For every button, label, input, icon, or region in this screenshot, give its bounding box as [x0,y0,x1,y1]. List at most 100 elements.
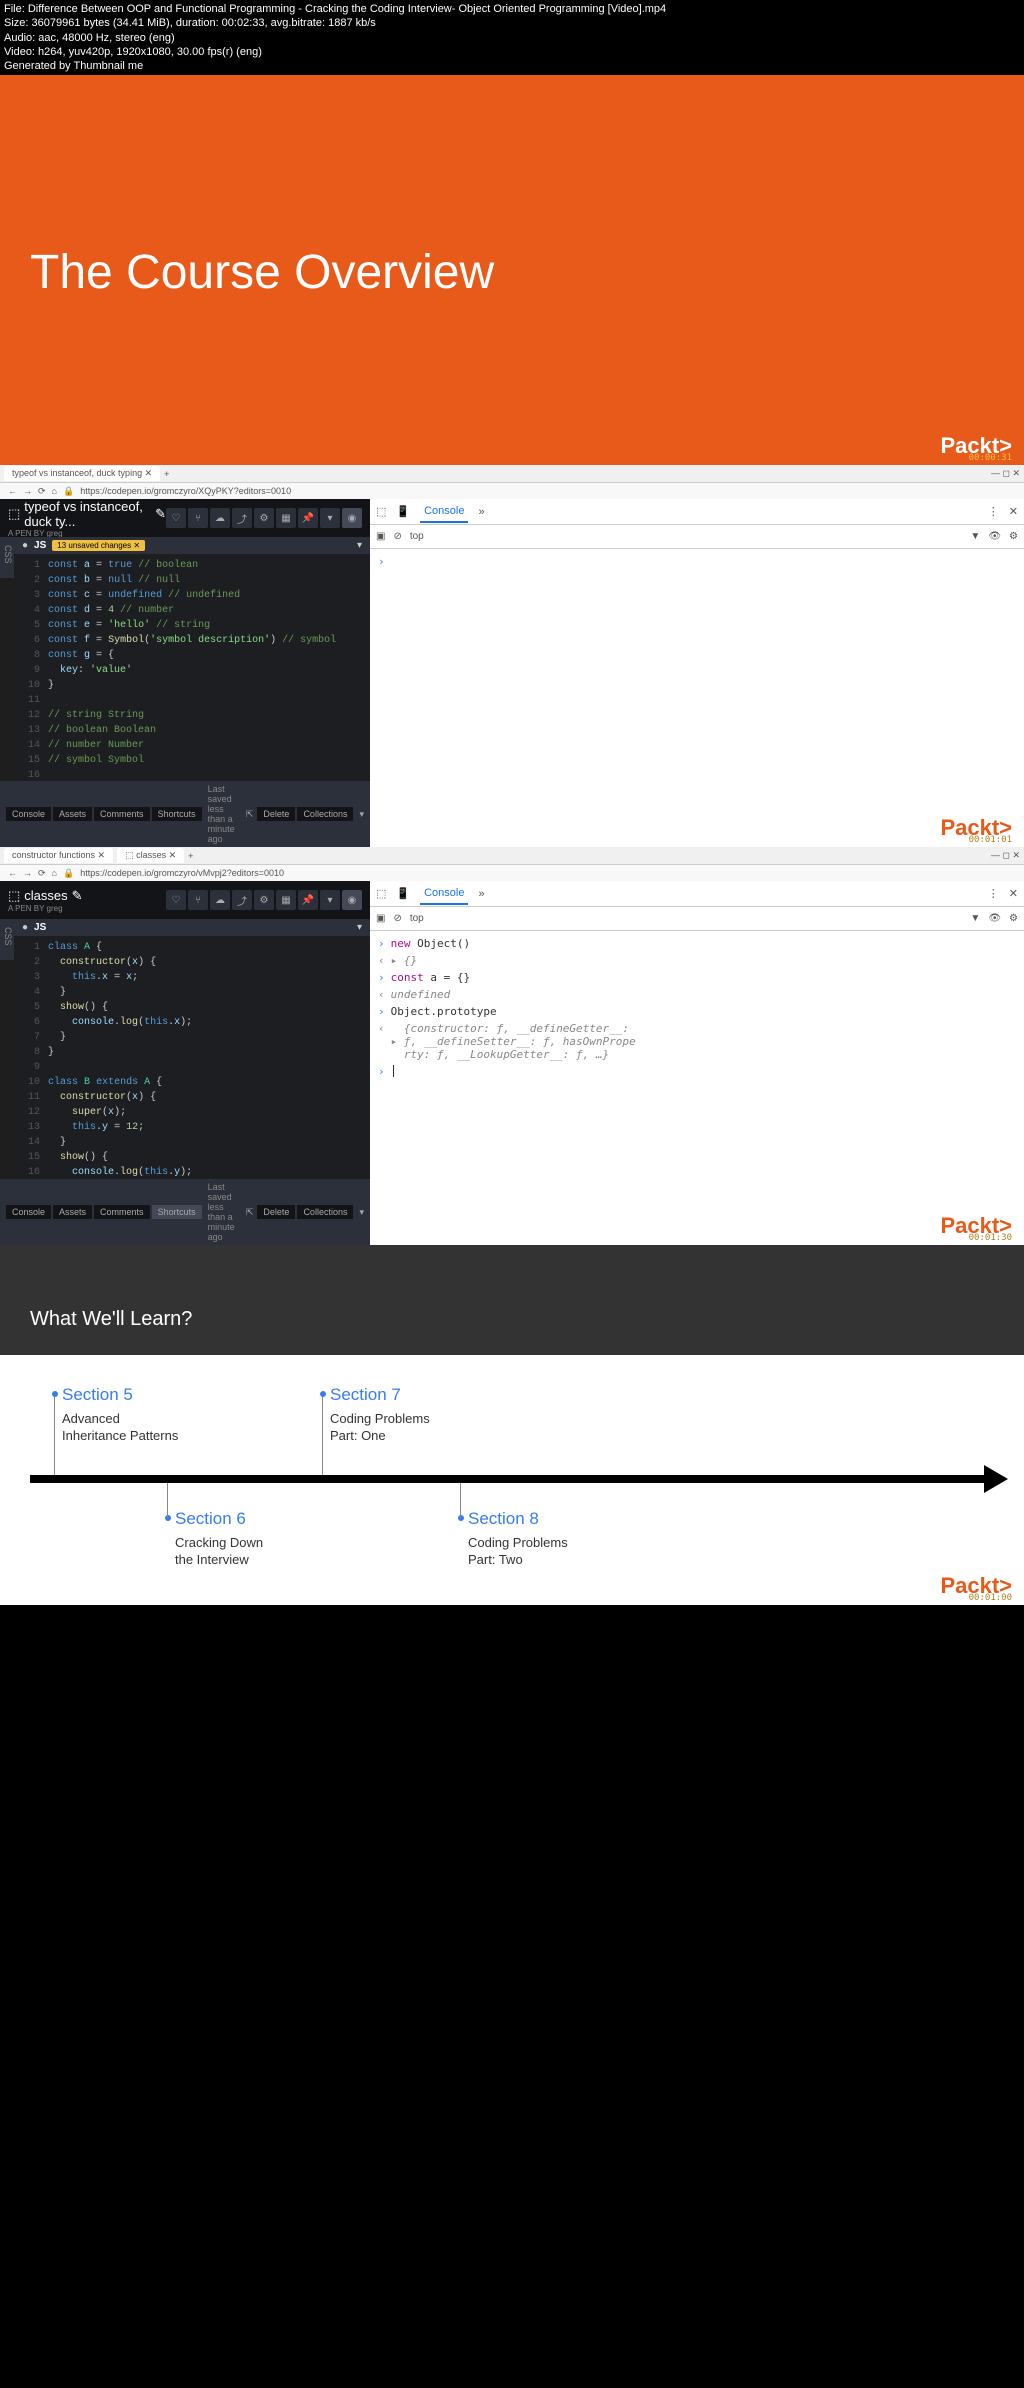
collapse-icon[interactable]: ● [22,922,28,933]
avatar[interactable]: ◉ [342,890,362,910]
pen-toolbar: ♡ ⑂ ☁ ⤴ ⚙ ▦ 📌 ▾ ◉ [166,890,362,910]
section-desc: AdvancedInheritance Patterns [62,1411,178,1445]
eye-icon[interactable]: 👁 [988,531,1001,542]
codepen-workspace-2: ⬚ classes ✎ A PEN BY greg ♡ ⑂ ☁ ⤴ ⚙ ▦ 📌 … [0,881,1024,1245]
reload-icon[interactable]: ⟳ [38,868,46,879]
new-tab[interactable]: + [164,469,169,479]
clear-icon[interactable]: ⊘ [393,913,401,924]
html-tab[interactable]: HTML [0,923,2,956]
context-select[interactable]: top [410,531,424,542]
more-tabs-icon[interactable]: » [478,506,484,518]
heart-icon[interactable]: ♡ [166,890,186,910]
device-icon[interactable]: 📱 [396,505,410,518]
edit-icon[interactable]: ✎ [72,888,83,904]
back-icon[interactable]: ← [8,868,17,878]
url[interactable]: https://codepen.io/gromczyro/vMvpj2?edit… [80,868,284,878]
edit-icon[interactable]: ✎ [155,506,166,522]
close-icon[interactable]: ✕ [1009,887,1018,900]
delete-button[interactable]: Delete [257,807,295,821]
console-button[interactable]: Console [6,1205,51,1219]
console-tab[interactable]: Console [420,883,468,905]
pin-icon[interactable]: 📌 [298,890,318,910]
avatar[interactable]: ◉ [342,508,362,528]
rocket-icon[interactable]: ⤴ [232,890,252,910]
unsaved-badge[interactable]: 13 unsaved changes ✕ [52,540,145,551]
reload-icon[interactable]: ⟳ [38,486,46,497]
home-icon[interactable]: ⌂ [52,868,57,878]
more-icon[interactable]: ▾ [359,809,364,820]
layout-icon[interactable]: ▦ [276,890,296,910]
browser-tab[interactable]: typeof vs instanceof, duck typing ✕ [4,466,160,481]
chevron-down-icon[interactable]: ▾ [320,508,340,528]
external-icon[interactable]: ⇱ [246,1207,254,1218]
js-panel-header: ● JS ▾ [14,919,370,936]
side-tabs: CSS HTML [0,919,14,960]
fork-icon[interactable]: ⑂ [188,890,208,910]
pin-icon[interactable]: 📌 [298,508,318,528]
back-icon[interactable]: ← [8,486,17,496]
timestamp-4: 00:01:00 [969,1593,1012,1603]
gear-icon[interactable]: ⚙ [254,890,274,910]
heart-icon[interactable]: ♡ [166,508,186,528]
browser-tab[interactable]: constructor functions ✕ [4,848,113,863]
section-title: Section 6 [175,1509,263,1529]
url[interactable]: https://codepen.io/gromczyro/XQyPKY?edit… [80,486,291,496]
assets-button[interactable]: Assets [53,1205,92,1219]
comments-button[interactable]: Comments [94,807,150,821]
cloud-icon[interactable]: ☁ [210,890,230,910]
rocket-icon[interactable]: ⤴ [232,508,252,528]
panel-menu-icon[interactable]: ▾ [357,540,362,551]
code-editor-1[interactable]: 1const a = true // boolean2const b = nul… [14,554,370,781]
forward-icon[interactable]: → [23,868,32,878]
console-body-2[interactable]: ›new Object()‹▸ {}›const a = {}‹undefine… [370,931,1024,1245]
forward-icon[interactable]: → [23,486,32,496]
console-button[interactable]: Console [6,807,51,821]
inspect-icon[interactable]: ⬚ [376,505,386,518]
console-body[interactable]: › [370,549,1024,847]
comments-button[interactable]: Comments [94,1205,150,1219]
console-tab[interactable]: Console [420,501,468,523]
collections-button[interactable]: Collections [297,807,353,821]
collapse-icon[interactable]: ● [22,540,28,551]
more-icon[interactable]: ⋮ [988,887,999,900]
sidebar-toggle-icon[interactable]: ▣ [376,531,385,542]
collections-button[interactable]: Collections [297,1205,353,1219]
eye-icon[interactable]: 👁 [988,913,1001,924]
fork-icon[interactable]: ⑂ [188,508,208,528]
css-tab[interactable]: CSS [2,923,14,956]
browser-tabs: typeof vs instanceof, duck typing ✕ + — … [0,465,1024,483]
more-icon[interactable]: ⋮ [988,505,999,518]
sidebar-toggle-icon[interactable]: ▣ [376,913,385,924]
more-tabs-icon[interactable]: » [478,888,484,900]
css-tab[interactable]: CSS [2,541,14,574]
section-desc: Coding ProblemsPart: Two [468,1535,568,1569]
more-icon[interactable]: ▾ [359,1207,364,1218]
new-tab[interactable]: + [188,851,193,861]
shortcuts-button[interactable]: Shortcuts [152,1205,202,1219]
close-icon[interactable]: ✕ [1009,505,1018,518]
clear-icon[interactable]: ⊘ [393,531,401,542]
cloud-icon[interactable]: ☁ [210,508,230,528]
panel-menu-icon[interactable]: ▾ [357,922,362,933]
code-editor-2[interactable]: 1class A {2 constructor(x) {3 this.x = x… [14,936,370,1179]
context-select[interactable]: top [410,913,424,924]
gear-icon[interactable]: ⚙ [254,508,274,528]
gear-icon[interactable]: ⚙ [1009,913,1018,924]
home-icon[interactable]: ⌂ [52,486,57,496]
browser-tab[interactable]: ⬚ classes ✕ [117,848,184,863]
external-icon[interactable]: ⇱ [246,809,254,820]
device-icon[interactable]: 📱 [396,887,410,900]
section-desc: Coding ProblemsPart: One [330,1411,430,1445]
assets-button[interactable]: Assets [53,807,92,821]
shortcuts-button[interactable]: Shortcuts [152,807,202,821]
inspect-icon[interactable]: ⬚ [376,887,386,900]
delete-button[interactable]: Delete [257,1205,295,1219]
html-tab[interactable]: HTML [0,541,2,574]
chevron-down-icon[interactable]: ▾ [320,890,340,910]
layout-icon[interactable]: ▦ [276,508,296,528]
js-panel-header: ● JS 13 unsaved changes ✕ ▾ [14,537,370,554]
gear-icon[interactable]: ⚙ [1009,531,1018,542]
pen-title: ⬚ classes ✎ [8,888,83,904]
pen-author: A PEN BY greg [8,904,83,913]
sections-diagram: Section 5 AdvancedInheritance Patterns S… [0,1355,1024,1605]
